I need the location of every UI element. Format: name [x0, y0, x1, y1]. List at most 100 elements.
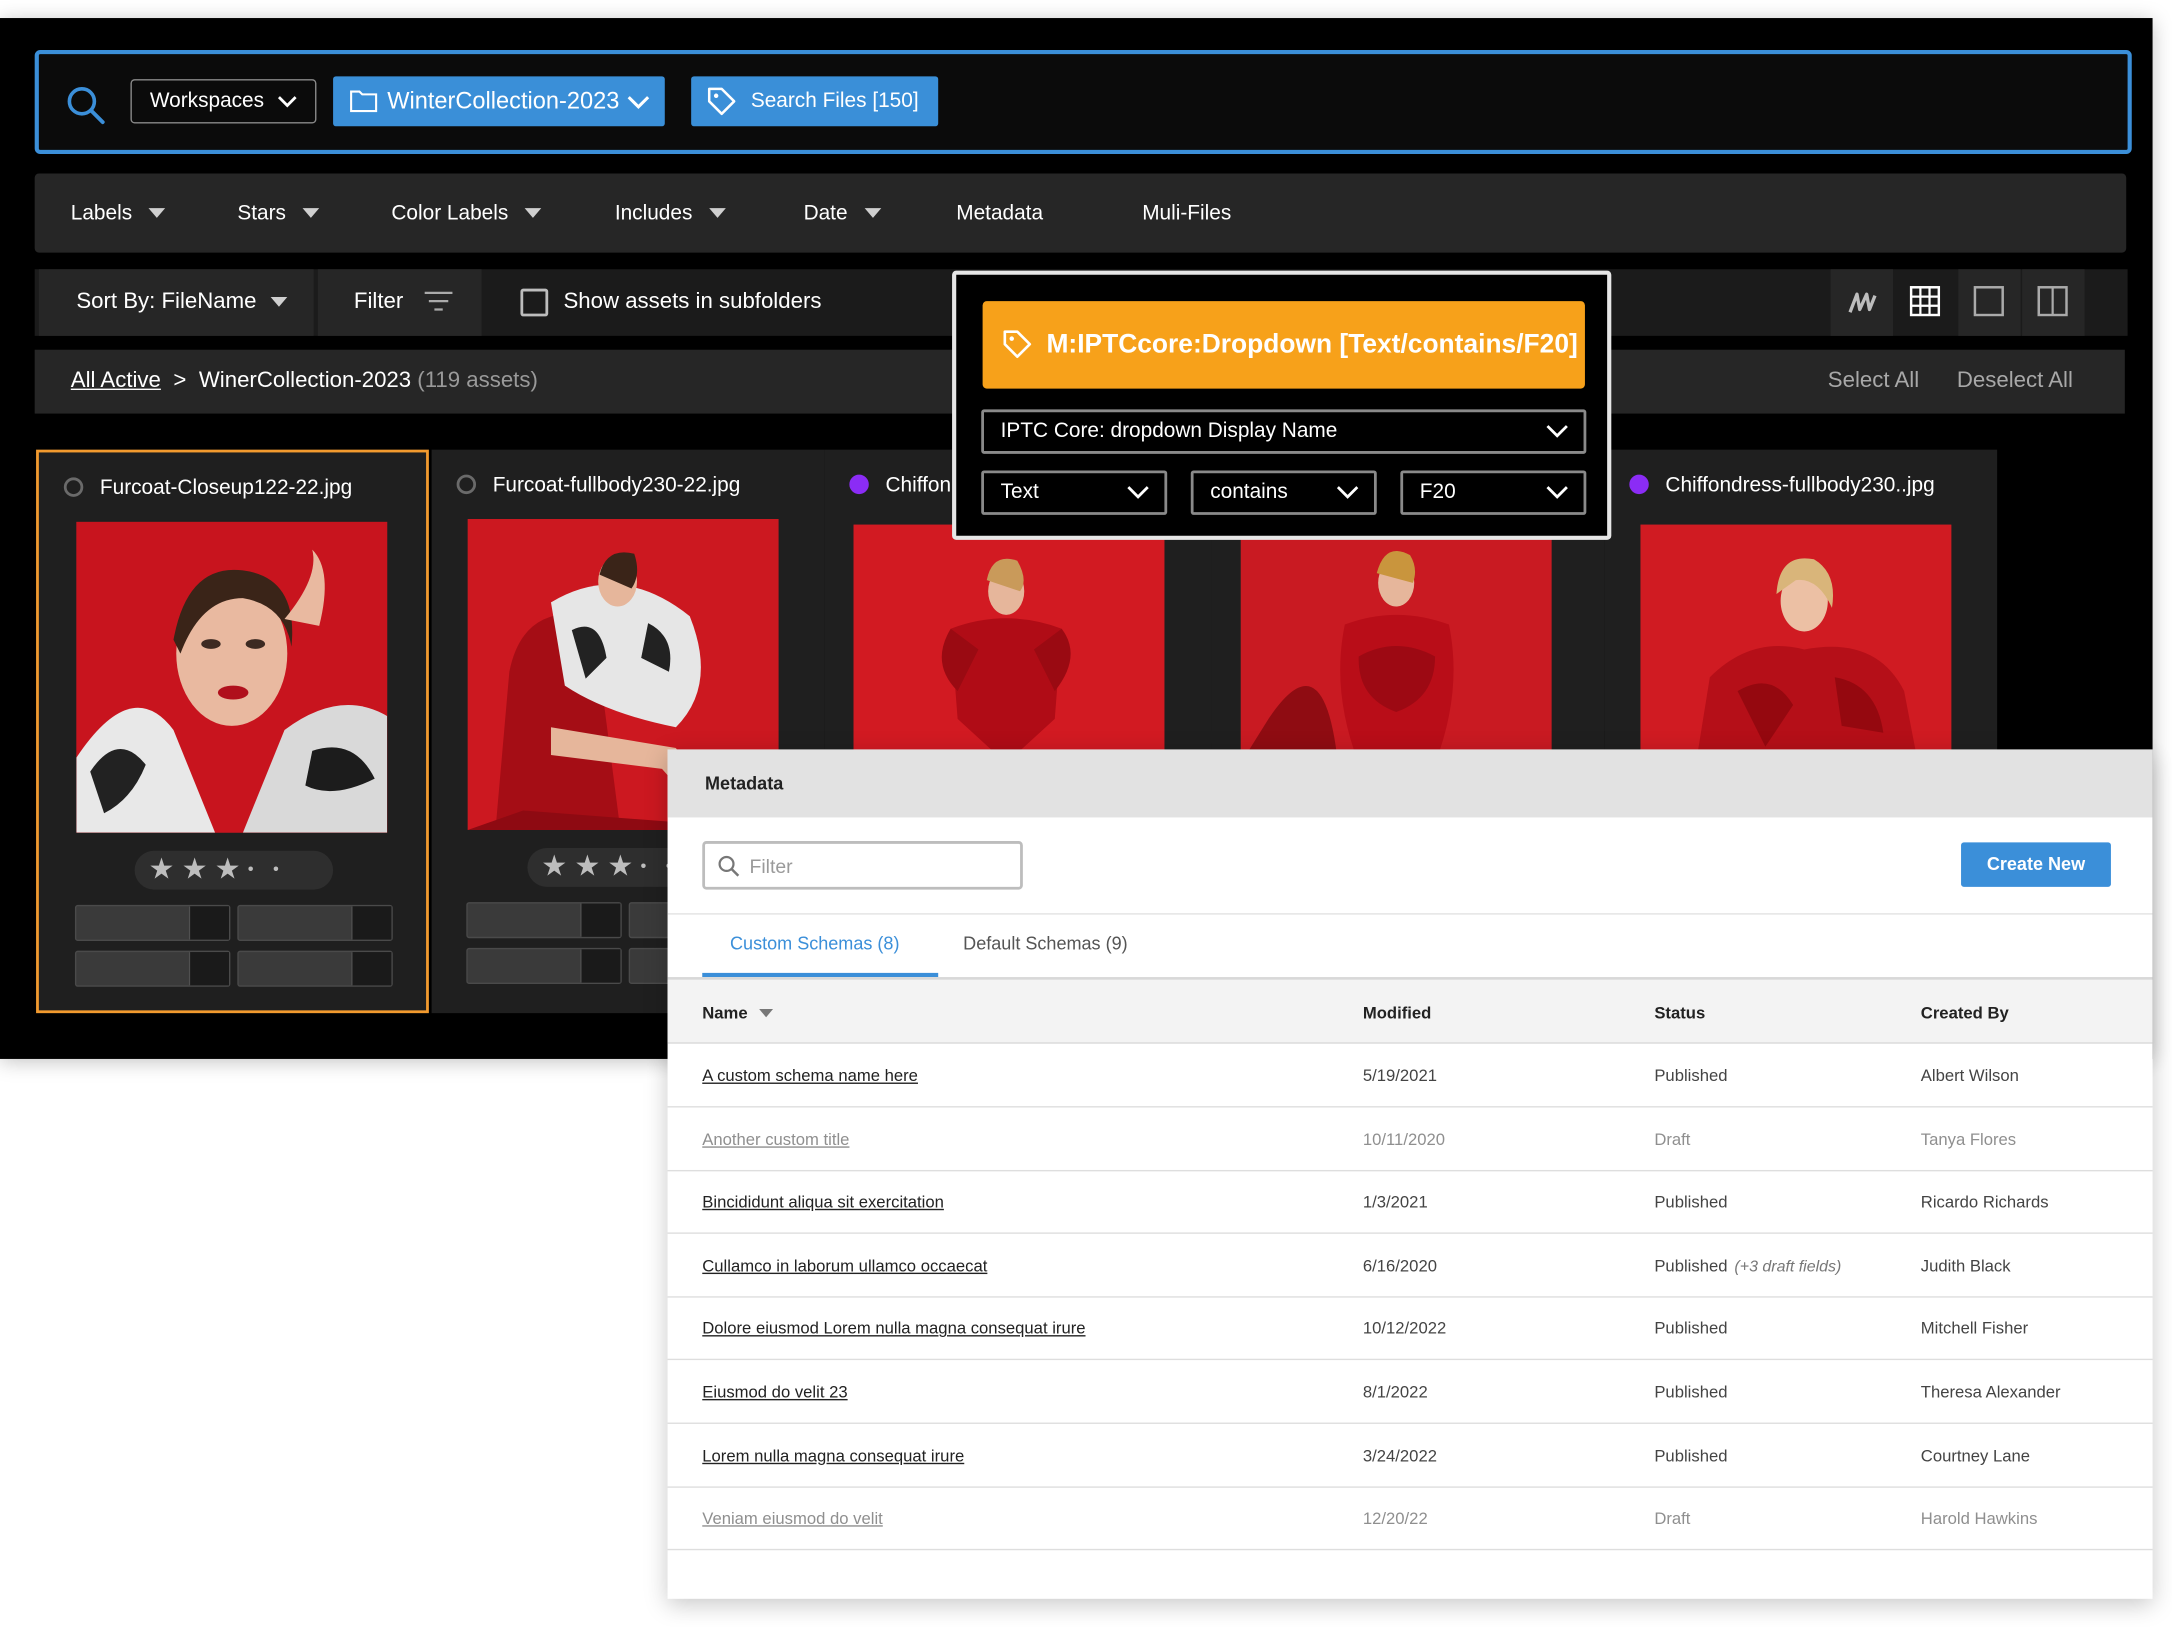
filter-lines-icon [424, 291, 453, 311]
status-text: Published [1654, 1192, 1728, 1212]
sort-arrow-icon [758, 1008, 773, 1018]
modified-date: 8/1/2022 [1362, 1382, 1428, 1402]
column-header-modified[interactable]: Modified [1363, 1003, 1431, 1022]
operator-select[interactable]: contains [1190, 470, 1377, 515]
schema-name-link[interactable]: A custom schema name here [702, 1066, 918, 1085]
date-filter[interactable]: Date [804, 201, 881, 225]
draft-fields-note: (+3 draft fields) [1734, 1258, 1842, 1276]
field-select[interactable]: IPTC Core: dropdown Display Name [981, 409, 1587, 454]
value-select[interactable]: F20 [1400, 470, 1587, 515]
asset-filename: Chiffondress-fullbody230..jpg [1665, 473, 1935, 497]
tab-custom-schemas[interactable]: Custom Schemas (8) [730, 933, 899, 954]
asset-count: (119 assets) [417, 369, 538, 393]
tab-default-schemas[interactable]: Default Schemas (9) [963, 933, 1127, 954]
table-row[interactable]: Bincididunt aliqua sit exercitation 1/3/2… [667, 1170, 2153, 1235]
table-row[interactable]: Another custom title 10/11/2020 Draft Tanya… [667, 1107, 2153, 1171]
metadata-slot[interactable] [74, 904, 231, 941]
tag-icon [707, 87, 736, 116]
metadata-slot[interactable] [237, 904, 393, 941]
color-label-indicator[interactable] [63, 477, 84, 497]
status-text: Published [1654, 1319, 1728, 1339]
chevron-down-icon [277, 96, 297, 108]
color-labels-filter[interactable]: Color Labels [391, 201, 542, 225]
multi-files-filter[interactable]: Muli-Files [1142, 201, 1231, 225]
metadata-filter[interactable]: Metadata [956, 201, 1043, 225]
schema-name-link[interactable]: Veniam eiusmod do velit [702, 1509, 883, 1528]
filter-bar: Labels Stars Color Labels Includes Date … [34, 173, 2127, 253]
search-icon[interactable] [64, 83, 108, 127]
modified-date: 12/20/22 [1362, 1508, 1428, 1529]
schema-name-link[interactable]: Lorem nulla magna consequat irure [702, 1446, 964, 1465]
table-row[interactable]: A custom schema name here 5/19/2021 Publis… [667, 1044, 2153, 1108]
breadcrumb-current: WinerCollection-2023 [198, 369, 412, 393]
schema-name-link[interactable]: Eiusmod do velit 23 [702, 1382, 847, 1401]
asset-filename: Furcoat-Closeup122-22.jpg [99, 476, 353, 500]
metadata-slot[interactable] [237, 950, 393, 987]
status-text: Draft [1654, 1508, 1691, 1529]
status-text: Draft [1654, 1129, 1691, 1149]
created-by: Harold Hawkins [1920, 1508, 2038, 1529]
table-row[interactable]: Dolore eiusmod Lorem nulla magna consequ… [667, 1297, 2153, 1361]
created-by: Courtney Lane [1920, 1445, 2031, 1466]
column-header-status[interactable]: Status [1654, 1003, 1705, 1022]
labels-filter[interactable]: Labels [71, 201, 166, 225]
modified-date: 10/12/2022 [1362, 1319, 1447, 1339]
schema-name-link[interactable]: Another custom title [702, 1129, 849, 1148]
metadata-slot[interactable] [466, 902, 622, 939]
column-header-name[interactable]: Name [702, 1003, 773, 1023]
active-filter-chip[interactable]: M:IPTCcore:Dropdown [Text/contains/F20] [982, 301, 1585, 389]
modified-date: 6/16/2020 [1362, 1255, 1437, 1276]
select-all-button[interactable]: Select All [1828, 369, 1919, 394]
filter-button[interactable]: Filter [317, 269, 482, 336]
schema-name-link[interactable]: Dolore eiusmod Lorem nulla magna consequ… [702, 1319, 1085, 1338]
chevron-down-icon [1336, 486, 1359, 499]
table-row[interactable]: Lorem nulla magna consequat irure 3/24/20… [667, 1423, 2153, 1488]
metadata-slot[interactable] [466, 947, 622, 984]
color-label-indicator[interactable] [849, 474, 869, 495]
single-view-button[interactable] [1958, 269, 2021, 336]
asset-thumbnail[interactable] [76, 521, 388, 833]
schema-filter-input[interactable] [749, 850, 1007, 882]
collection-dropdown[interactable]: WinterCollection-2023 [333, 76, 665, 127]
schema-name-link[interactable]: Cullamco in laborum ullamco occaecat [702, 1256, 987, 1275]
asset-thumbnail[interactable] [853, 524, 1165, 764]
column-header-created-by[interactable]: Created By [1921, 1003, 2009, 1022]
search-files-label: Search Files [150] [750, 88, 919, 113]
table-row[interactable]: Eiusmod do velit 23 8/1/2022 Published Ther… [667, 1360, 2153, 1424]
logo-view-button[interactable] [1830, 269, 1894, 336]
single-pane-icon [1973, 286, 2004, 317]
search-bar: Workspaces WinterCollection-2023 Search … [34, 49, 2132, 155]
metadata-slot[interactable] [74, 950, 231, 987]
split-pane-icon [2037, 286, 2068, 317]
asset-card[interactable]: Furcoat-Closeup122-22.jpg ★★★•• [36, 449, 429, 1014]
table-row[interactable]: Cullamco in laborum ullamco occaecat 6/16… [667, 1234, 2153, 1298]
asset-thumbnail[interactable] [1640, 524, 1952, 764]
sort-dropdown[interactable]: Sort By: FileName [38, 269, 314, 336]
status-text: Published [1654, 1445, 1728, 1466]
color-label-indicator[interactable] [1629, 474, 1649, 495]
workspaces-label: Workspaces [149, 88, 265, 113]
workspaces-dropdown[interactable]: Workspaces [130, 79, 317, 124]
star-rating[interactable]: ★★★•• [134, 850, 334, 890]
split-view-button[interactable] [2022, 269, 2085, 336]
color-label-indicator[interactable] [456, 474, 477, 495]
breadcrumb-root-link[interactable]: All Active [71, 369, 161, 393]
modified-date: 10/11/2020 [1362, 1129, 1446, 1149]
deselect-all-button[interactable]: Deselect All [1957, 369, 2073, 394]
asset-thumbnail[interactable] [1240, 524, 1552, 764]
modified-date: 3/24/2022 [1362, 1445, 1437, 1466]
schema-name-link[interactable]: Bincididunt aliqua sit exercitation [702, 1192, 944, 1211]
chevron-down-icon [1546, 486, 1568, 499]
modified-date: 1/3/2021 [1362, 1192, 1428, 1212]
chevron-down-icon [627, 96, 650, 110]
table-row[interactable]: Veniam eiusmod do velit 12/20/22 Draft Haro… [667, 1487, 2153, 1551]
show-subfolders-checkbox[interactable] [520, 288, 549, 317]
created-by: Mitchell Fisher [1920, 1319, 2029, 1339]
stars-filter[interactable]: Stars [237, 201, 320, 225]
grid-view-button[interactable] [1894, 269, 1956, 336]
search-files-button[interactable]: Search Files [150] [691, 76, 939, 127]
includes-filter[interactable]: Includes [615, 201, 726, 225]
created-by: Albert Wilson [1920, 1065, 2019, 1086]
create-new-button[interactable]: Create New [1961, 842, 2111, 887]
type-select[interactable]: Text [981, 470, 1168, 515]
